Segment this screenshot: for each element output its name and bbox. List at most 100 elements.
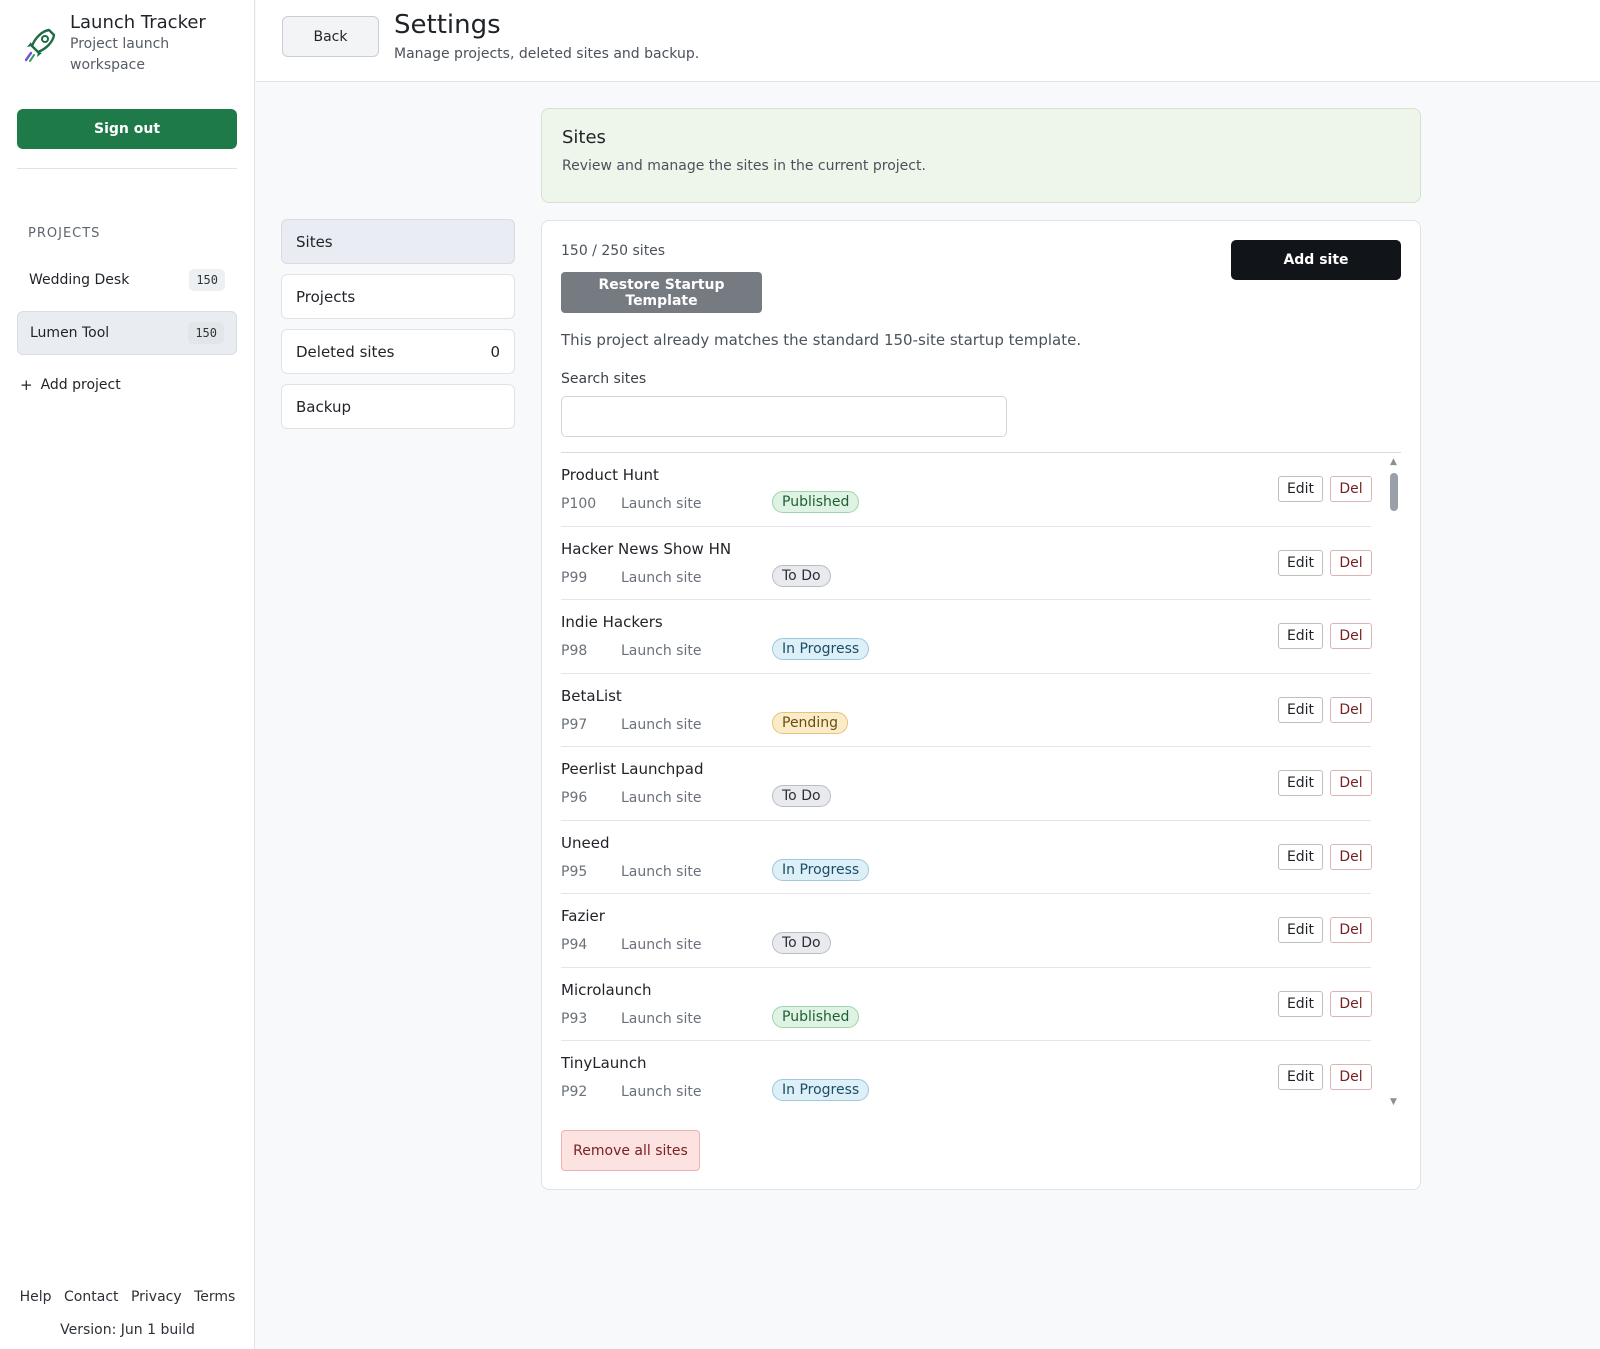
delete-site-button[interactable]: Del (1330, 623, 1372, 649)
status-badge: In Progress (772, 1079, 870, 1101)
delete-site-button[interactable]: Del (1330, 549, 1372, 576)
projects-heading: PROJECTS (28, 226, 101, 241)
section-title: Sites (562, 127, 606, 148)
scroll-up-icon[interactable]: ▲ (1390, 457, 1397, 467)
site-row: Indie Hackers P98 Launch site In Progress Ed… (561, 600, 1372, 674)
status-badge: To Do (772, 932, 831, 954)
site-name: Uneed (561, 833, 610, 852)
site-name: Product Hunt (561, 466, 659, 484)
status-badge: To Do (772, 564, 831, 587)
sign-out-button[interactable]: Sign out (17, 109, 237, 149)
site-id: P99 (561, 569, 588, 586)
scroll-thumb[interactable] (1390, 473, 1398, 511)
delete-site-button[interactable]: Del (1330, 843, 1372, 870)
delete-site-button[interactable]: Del (1330, 770, 1372, 796)
site-name: Peerlist Launchpad (561, 760, 704, 778)
site-name: BetaList (561, 686, 622, 705)
search-label: Search sites (561, 371, 647, 387)
add-site-button[interactable]: Add site (1231, 240, 1401, 280)
site-row: Peerlist Launchpad P96 Launch site To Do Edi… (561, 747, 1372, 821)
privacy-link[interactable]: Privacy (131, 1289, 182, 1305)
site-id: P98 (561, 643, 588, 659)
terms-link[interactable]: Terms (194, 1289, 235, 1305)
site-type: Launch site (621, 716, 702, 733)
delete-site-button[interactable]: Del (1330, 696, 1372, 723)
site-count: 150 / 250 sites (561, 243, 666, 259)
edit-site-button[interactable]: Edit (1278, 770, 1323, 796)
add-project-button[interactable]: + Add project (20, 376, 121, 394)
tab-label: Deleted sites (296, 342, 395, 361)
site-id: P97 (561, 716, 588, 733)
site-rows: Product Hunt P100 Launch site Published Edit… (561, 453, 1401, 1110)
site-name: Indie Hackers (561, 613, 663, 631)
site-id: P93 (561, 1010, 588, 1027)
status-badge: In Progress (772, 858, 870, 881)
delete-site-button[interactable]: Del (1330, 990, 1372, 1017)
footer-links: Help Contact Privacy Terms (0, 1289, 255, 1305)
site-type: Launch site (621, 496, 702, 512)
edit-site-button[interactable]: Edit (1278, 1064, 1323, 1090)
tab-deleted-sites[interactable]: Deleted sites 0 (281, 329, 515, 374)
site-id: P95 (561, 863, 588, 880)
site-type: Launch site (621, 937, 702, 953)
add-project-label: Add project (40, 377, 121, 393)
edit-site-button[interactable]: Edit (1278, 476, 1323, 502)
plus-icon: + (20, 376, 33, 394)
restore-template-button[interactable]: Restore Startup Template (561, 272, 762, 313)
tab-projects[interactable]: Projects (281, 274, 515, 319)
project-name: Lumen Tool (30, 325, 110, 341)
status-badge: Pending (772, 711, 848, 734)
page-title: Settings (394, 10, 501, 40)
edit-site-button[interactable]: Edit (1278, 917, 1323, 943)
site-row: Hacker News Show HN P99 Launch site To Do Ed… (561, 527, 1372, 600)
site-row: Microlaunch P93 Launch site Published Edit De… (561, 968, 1372, 1041)
tab-sites[interactable]: Sites (281, 219, 515, 264)
project-count-badge: 150 (188, 322, 224, 344)
template-note: This project already matches the standar… (561, 331, 1082, 349)
page-subtitle: Manage projects, deleted sites and backu… (394, 46, 700, 62)
search-input[interactable] (561, 396, 1007, 437)
status-badge: To Do (772, 785, 831, 807)
tab-backup[interactable]: Backup (281, 384, 515, 429)
site-type: Launch site (621, 863, 702, 880)
edit-site-button[interactable]: Edit (1278, 549, 1323, 576)
page-header: Back Settings Manage projects, deleted s… (256, 0, 1600, 82)
contact-link[interactable]: Contact (64, 1289, 118, 1305)
site-row: Fazier P94 Launch site To Do Edit Del (561, 894, 1372, 968)
sidebar: Launch Tracker Project launch workspace … (0, 0, 255, 1349)
site-name: Microlaunch (561, 980, 652, 999)
site-name: TinyLaunch (561, 1054, 647, 1072)
site-type: Launch site (621, 643, 702, 659)
site-row: Uneed P95 Launch site In Progress Edit Del (561, 821, 1372, 894)
edit-site-button[interactable]: Edit (1278, 990, 1323, 1017)
delete-site-button[interactable]: Del (1330, 917, 1372, 943)
tab-label: Projects (296, 287, 356, 306)
edit-site-button[interactable]: Edit (1278, 623, 1323, 649)
status-badge: Published (772, 1005, 860, 1028)
sites-info-panel: Sites Review and manage the sites in the… (541, 108, 1421, 203)
edit-site-button[interactable]: Edit (1278, 696, 1323, 723)
sites-list: Product Hunt P100 Launch site Published Edit… (561, 452, 1401, 1110)
scrollbar[interactable]: ▲ ▼ (1387, 453, 1401, 1110)
site-type: Launch site (621, 790, 702, 806)
help-link[interactable]: Help (20, 1289, 52, 1305)
tab-label: Sites (296, 232, 333, 251)
back-button[interactable]: Back (282, 16, 379, 57)
site-row: TinyLaunch P92 Launch site In Progress Edit D… (561, 1041, 1372, 1110)
site-id: P100 (561, 496, 597, 512)
rocket-icon (24, 28, 56, 62)
version-text: Version: Jun 1 build (60, 1322, 195, 1338)
edit-site-button[interactable]: Edit (1278, 843, 1323, 870)
sidebar-item-wedding-desk[interactable]: Wedding Desk 150 (17, 258, 237, 302)
tab-label: Backup (296, 397, 351, 416)
sidebar-item-lumen-tool[interactable]: Lumen Tool 150 (17, 311, 237, 355)
section-description: Review and manage the sites in the curre… (562, 158, 926, 174)
scroll-down-icon[interactable]: ▼ (1390, 1097, 1397, 1107)
delete-site-button[interactable]: Del (1330, 1064, 1372, 1090)
sites-card: 150 / 250 sites Add site Restore Startup… (541, 220, 1421, 1190)
status-badge: In Progress (772, 638, 870, 660)
sidebar-divider (17, 168, 237, 169)
project-name: Wedding Desk (29, 272, 130, 288)
remove-all-sites-button[interactable]: Remove all sites (561, 1130, 700, 1171)
delete-site-button[interactable]: Del (1330, 476, 1372, 502)
